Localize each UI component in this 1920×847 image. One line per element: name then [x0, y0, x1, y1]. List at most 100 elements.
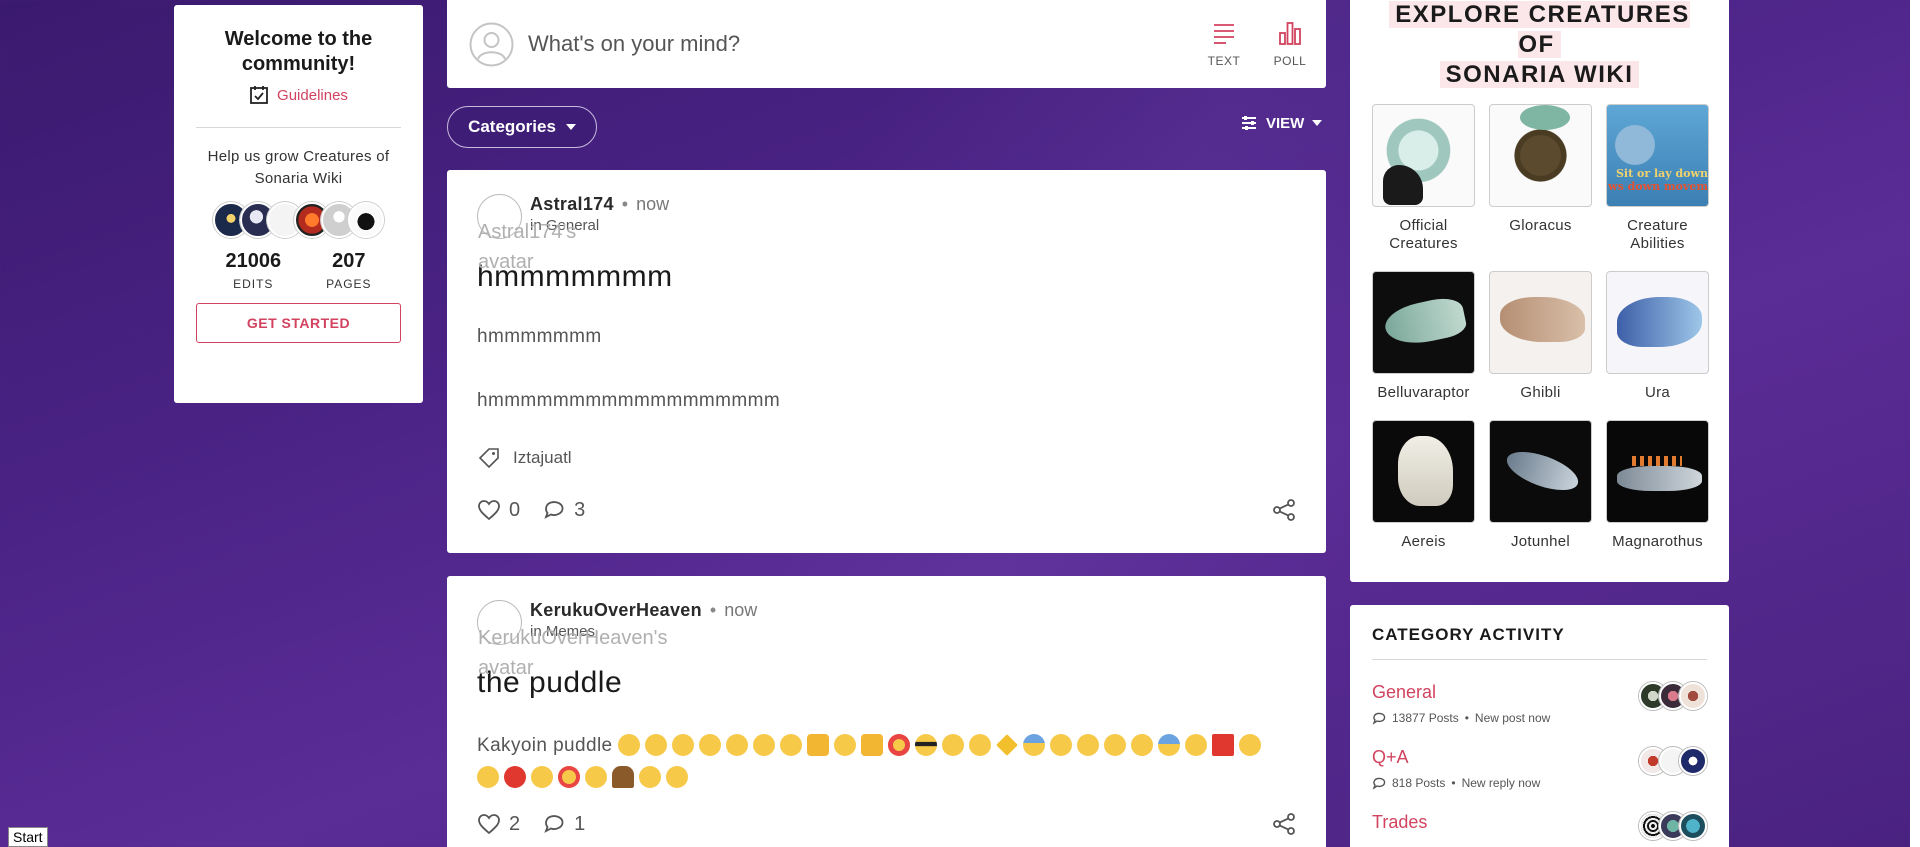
- tile-overlay-text: ws down movem: [1608, 180, 1708, 193]
- comment-icon: [1372, 777, 1386, 790]
- post-card[interactable]: Astral174's avatar Astral174 • now in Ge…: [447, 170, 1326, 553]
- share-icon[interactable]: [1272, 812, 1296, 836]
- like-button[interactable]: 0: [477, 498, 520, 522]
- blush-emoji: [531, 766, 553, 788]
- text-post-label: TEXT: [1207, 54, 1241, 68]
- post-actions: 0 3: [477, 498, 1296, 522]
- comment-count: 3: [574, 498, 586, 521]
- comment-icon: [544, 501, 564, 519]
- explore-tile[interactable]: Magnarothus: [1606, 420, 1709, 551]
- guidelines-check-icon: [250, 86, 268, 104]
- post-header: Astral174's avatar Astral174 • now in Ge…: [477, 194, 1296, 273]
- composer-prompt[interactable]: What's on your mind?: [528, 31, 1194, 57]
- scream-emoji: [1158, 734, 1181, 756]
- explore-tile[interactable]: Official Creatures: [1372, 104, 1475, 253]
- star-eyes-emoji: [888, 734, 911, 756]
- comment-button[interactable]: 3: [542, 498, 585, 522]
- guidelines-link[interactable]: Guidelines: [196, 85, 401, 105]
- post-author[interactable]: KerukuOverHeaven: [530, 600, 702, 621]
- crying-emoji: [672, 734, 695, 756]
- explore-title: EXPLORE CREATURES OF SONARIA WIKI: [1372, 0, 1707, 90]
- tile-label: Belluvaraptor: [1377, 384, 1470, 401]
- thumbs-up-emoji: [807, 734, 830, 756]
- avatar[interactable]: [1679, 747, 1707, 775]
- avatar[interactable]: [1679, 812, 1707, 840]
- explore-tile[interactable]: Sit or lay down ws down movem Creature A…: [1606, 104, 1709, 253]
- explore-tile[interactable]: Aereis: [1372, 420, 1475, 551]
- meta-separator: •: [621, 194, 629, 214]
- activity-meta: 13877 Posts • New post now: [1372, 711, 1707, 725]
- user-avatar-icon: [469, 22, 514, 66]
- tile-image: [1372, 420, 1475, 523]
- caret-down-icon: [565, 124, 576, 130]
- avatar-alt-text: KerukuOverHeaven's avatar: [478, 627, 668, 679]
- explore-tile[interactable]: Gloracus: [1489, 104, 1592, 253]
- activity-meta: 818 Posts • New reply now: [1372, 776, 1707, 790]
- post-author[interactable]: Astral174: [530, 194, 614, 215]
- heart-icon: [478, 814, 500, 835]
- activity-item[interactable]: Trades: [1372, 812, 1707, 840]
- angry-emoji: [504, 766, 526, 788]
- start-button[interactable]: Start: [8, 827, 48, 847]
- activity-post-count: 13877 Posts: [1392, 711, 1459, 725]
- contributor-avatars: [196, 202, 401, 238]
- share-icon[interactable]: [1272, 498, 1296, 522]
- comment-button[interactable]: 1: [542, 812, 585, 836]
- neutral-emoji: [969, 734, 992, 756]
- get-started-button[interactable]: GET STARTED: [196, 303, 401, 343]
- post-author-avatar[interactable]: KerukuOverHeaven's avatar: [477, 600, 667, 679]
- edits-stat: 21006 EDITS: [225, 250, 281, 291]
- text-post-button[interactable]: TEXT: [1194, 20, 1254, 68]
- divider: [196, 127, 401, 128]
- activity-item[interactable]: General 13877 Posts • New post now: [1372, 682, 1707, 725]
- poll-post-label: POLL: [1273, 54, 1307, 68]
- tile-image: [1489, 420, 1592, 523]
- explore-tile[interactable]: Belluvaraptor: [1372, 271, 1475, 402]
- page-scrollbar[interactable]: [1910, 0, 1920, 847]
- heart-icon: [478, 500, 500, 521]
- activity-avatars: [1639, 747, 1707, 775]
- comment-icon: [544, 815, 564, 833]
- tag-label: Iztajuatl: [513, 448, 572, 467]
- tile-label: Ghibli: [1520, 384, 1561, 401]
- post-card[interactable]: KerukuOverHeaven's avatar KerukuOverHeav…: [447, 576, 1326, 847]
- explore-tile[interactable]: Jotunhel: [1489, 420, 1592, 551]
- pages-stat: 207 PAGES: [326, 250, 371, 291]
- neutral-emoji: [942, 734, 965, 756]
- tile-image: Sit or lay down ws down movem: [1606, 104, 1709, 207]
- activity-item[interactable]: Q+A 818 Posts • New reply now: [1372, 747, 1707, 790]
- praying-hands-emoji: [861, 734, 884, 756]
- poll-icon: [1279, 22, 1301, 45]
- tag-icon: [478, 448, 499, 469]
- poll-post-button[interactable]: POLL: [1260, 20, 1320, 68]
- crying-emoji: [618, 734, 641, 756]
- astonished-emoji: [666, 766, 688, 788]
- category-activity-card: CATEGORY ACTIVITY General 13877 Posts • …: [1350, 605, 1729, 847]
- avatar[interactable]: [348, 202, 384, 238]
- post-composer[interactable]: What's on your mind? TEXT POLL: [447, 0, 1326, 88]
- activity-title: CATEGORY ACTIVITY: [1372, 625, 1707, 660]
- crying-emoji: [645, 734, 668, 756]
- pages-value: 207: [332, 250, 366, 272]
- post-title[interactable]: hmmmmmmm: [477, 260, 1296, 294]
- explore-tile[interactable]: Ghibli: [1489, 271, 1592, 402]
- explore-title-line: SONARIA WIKI: [1439, 61, 1640, 88]
- post-tag[interactable]: Iztajuatl: [477, 446, 1296, 470]
- tile-image: [1372, 104, 1475, 207]
- post-author-avatar[interactable]: Astral174's avatar: [477, 194, 576, 273]
- post-actions: 2 1: [477, 812, 1296, 836]
- explore-card: EXPLORE CREATURES OF SONARIA WIKI Offici…: [1350, 0, 1729, 582]
- post-body-text: Kakyoin puddle: [477, 735, 613, 756]
- activity-status: New reply now: [1461, 776, 1541, 790]
- explore-tile[interactable]: Ura: [1606, 271, 1709, 402]
- avatar-alt-text: Astral174's avatar: [478, 221, 577, 273]
- view-dropdown[interactable]: VIEW: [1240, 114, 1323, 132]
- meta-separator: •: [709, 600, 717, 620]
- tired-emoji: [1185, 734, 1208, 756]
- like-button[interactable]: 2: [477, 812, 520, 836]
- categories-label: Categories: [468, 117, 556, 136]
- comment-icon: [1372, 712, 1386, 725]
- avatar[interactable]: [1679, 682, 1707, 710]
- post-header: KerukuOverHeaven's avatar KerukuOverHeav…: [477, 600, 1296, 679]
- categories-dropdown[interactable]: Categories: [447, 106, 597, 148]
